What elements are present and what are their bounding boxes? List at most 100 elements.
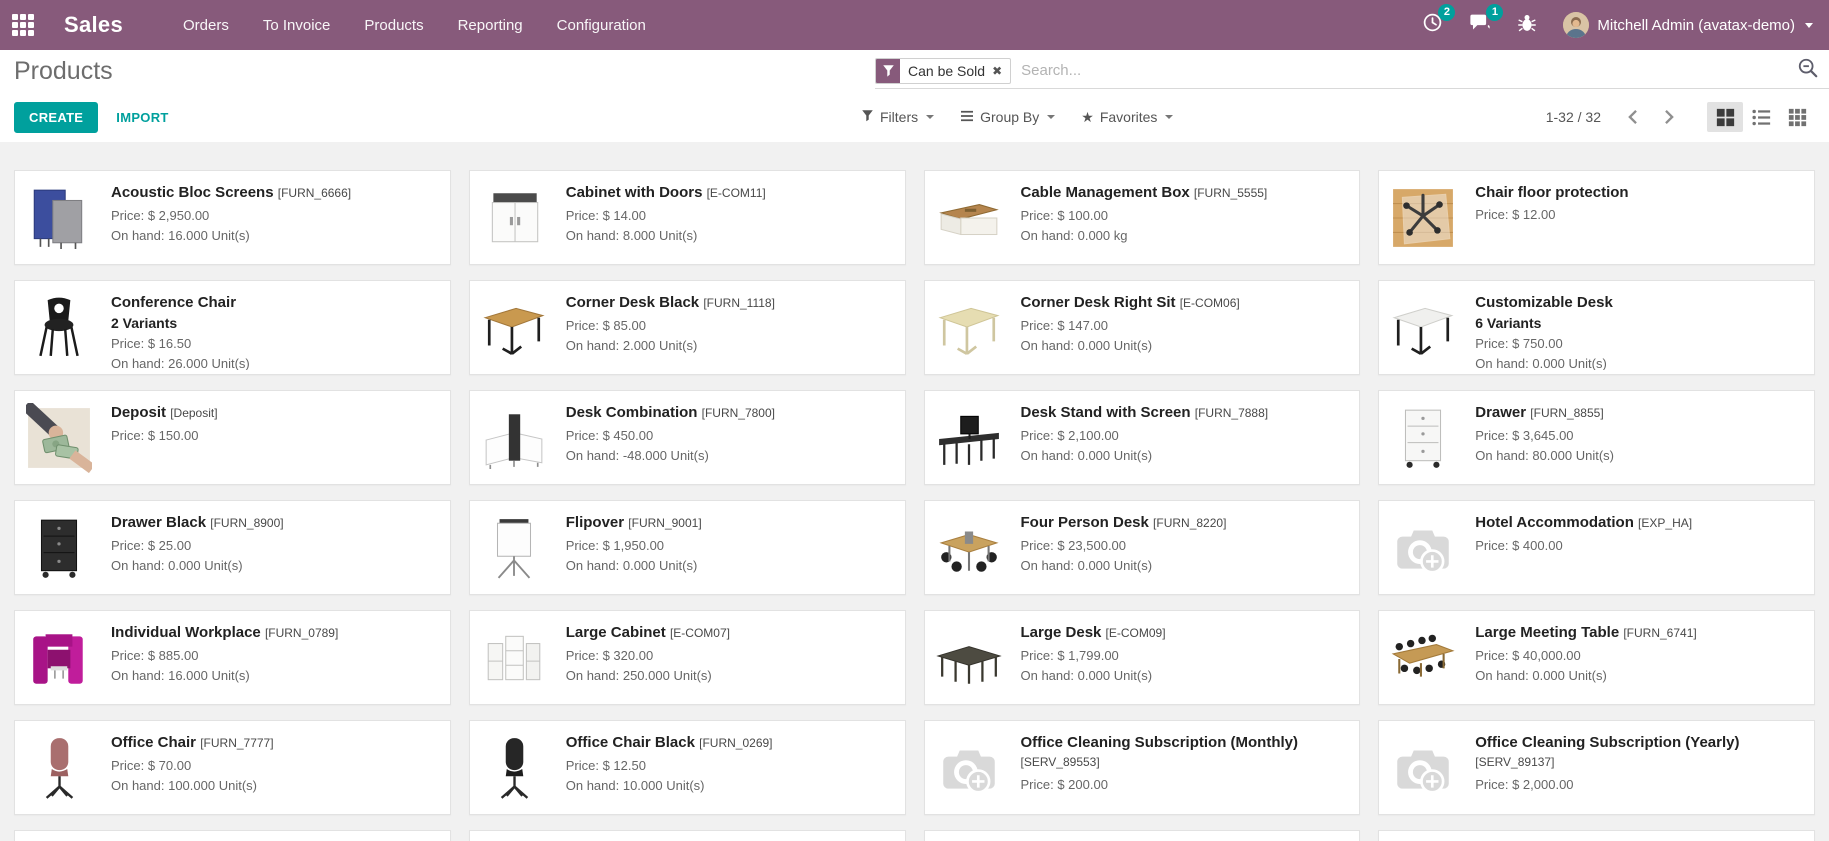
debug-button[interactable] [1517, 12, 1537, 38]
product-card[interactable]: Office Chair [FURN_7777] Price: $ 70.00 … [14, 720, 451, 815]
funnel-icon [861, 109, 874, 125]
kanban-view-button[interactable] [1707, 102, 1743, 132]
product-code: [FURN_6666] [278, 186, 351, 200]
product-card[interactable]: Conference Chair 2 Variants Price: $ 16.… [14, 280, 451, 375]
favorites-dropdown[interactable]: ★ Favorites [1081, 109, 1173, 126]
grid-view-button[interactable] [1779, 102, 1815, 132]
product-card[interactable]: Large Meeting Table [FURN_6741] Price: $… [1378, 610, 1815, 705]
product-card[interactable]: Corner Desk Right Sit [E-COM06] Price: $… [924, 280, 1361, 375]
product-name[interactable]: Hotel Accommodation [EXP_HA] [1475, 513, 1692, 533]
page-title: Products [14, 57, 113, 86]
product-image [1383, 725, 1463, 810]
product-name[interactable]: Desk Combination [FURN_7800] [566, 403, 775, 423]
user-menu[interactable]: Mitchell Admin (avatax-demo) [1563, 12, 1813, 38]
product-code: [FURN_0269] [699, 736, 772, 750]
control-panel-buttons: CREATE IMPORT Filters Group By ★ Favorit… [0, 92, 1829, 142]
product-image [1383, 285, 1463, 370]
product-name[interactable]: Individual Workplace [FURN_0789] [111, 623, 338, 643]
kanban-view: Acoustic Bloc Screens [FURN_6666] Price:… [0, 142, 1829, 841]
product-name[interactable]: Desk Stand with Screen [FURN_7888] [1021, 403, 1269, 423]
product-name[interactable]: Drawer [FURN_8855] [1475, 403, 1614, 423]
product-name[interactable]: Office Cleaning Subscription (Monthly) [… [1021, 733, 1348, 772]
product-name[interactable]: Chair floor protection [1475, 183, 1628, 202]
product-price: Price: $ 1,950.00 [566, 538, 702, 553]
product-card[interactable]: Desk Stand with Screen [FURN_7888] Price… [924, 390, 1361, 485]
menu-configuration[interactable]: Configuration [557, 11, 646, 40]
product-on-hand: On hand: 0.000 Unit(s) [1021, 668, 1166, 683]
product-image [474, 505, 554, 590]
product-card[interactable]: Four Person Desk [FURN_8220] Price: $ 23… [924, 500, 1361, 595]
product-name[interactable]: Office Chair Black [FURN_0269] [566, 733, 773, 753]
product-name[interactable]: Large Desk [E-COM09] [1021, 623, 1166, 643]
create-button[interactable]: CREATE [14, 102, 98, 133]
product-name[interactable]: Drawer Black [FURN_8900] [111, 513, 284, 533]
list-view-button[interactable] [1743, 102, 1779, 132]
product-on-hand: On hand: 2.000 Unit(s) [566, 338, 775, 353]
product-variants: 2 Variants [111, 315, 250, 331]
product-image [19, 395, 99, 480]
apps-grid-icon[interactable] [12, 14, 34, 36]
product-name[interactable]: Large Cabinet [E-COM07] [566, 623, 730, 643]
product-name[interactable]: Office Chair [FURN_7777] [111, 733, 274, 753]
product-card[interactable]: Chair floor protection Price: $ 12.00 [1378, 170, 1815, 265]
product-card[interactable]: Acoustic Bloc Screens [FURN_6666] Price:… [14, 170, 451, 265]
pager-next-button[interactable] [1656, 107, 1683, 127]
product-card-partial[interactable] [1378, 830, 1815, 841]
product-name[interactable]: Large Meeting Table [FURN_6741] [1475, 623, 1696, 643]
product-name[interactable]: Corner Desk Black [FURN_1118] [566, 293, 775, 313]
menu-products[interactable]: Products [364, 11, 423, 40]
search-magnifier-icon[interactable] [1797, 57, 1819, 84]
product-card[interactable]: Deposit [Deposit] Price: $ 150.00 [14, 390, 451, 485]
product-card[interactable]: Office Chair Black [FURN_0269] Price: $ … [469, 720, 906, 815]
product-card[interactable]: Cable Management Box [FURN_5555] Price: … [924, 170, 1361, 265]
product-name[interactable]: Cable Management Box [FURN_5555] [1021, 183, 1268, 203]
activities-button[interactable]: 2 [1422, 12, 1443, 38]
product-card[interactable]: Hotel Accommodation [EXP_HA] Price: $ 40… [1378, 500, 1815, 595]
product-name[interactable]: Acoustic Bloc Screens [FURN_6666] [111, 183, 351, 203]
product-card-partial[interactable] [924, 830, 1361, 841]
pager-previous-button[interactable] [1619, 107, 1646, 127]
product-name[interactable]: Corner Desk Right Sit [E-COM06] [1021, 293, 1240, 313]
product-on-hand: On hand: 0.000 Unit(s) [566, 558, 702, 573]
product-name[interactable]: Four Person Desk [FURN_8220] [1021, 513, 1227, 533]
product-card[interactable]: Large Desk [E-COM09] Price: $ 1,799.00 O… [924, 610, 1361, 705]
product-image [474, 615, 554, 700]
product-price: Price: $ 23,500.00 [1021, 538, 1227, 553]
product-on-hand: On hand: 80.000 Unit(s) [1475, 448, 1614, 463]
user-avatar [1563, 12, 1589, 38]
product-name[interactable]: Customizable Desk [1475, 293, 1613, 312]
product-card-partial[interactable] [14, 830, 451, 841]
product-card[interactable]: Desk Combination [FURN_7800] Price: $ 45… [469, 390, 906, 485]
product-card[interactable]: Individual Workplace [FURN_0789] Price: … [14, 610, 451, 705]
product-name[interactable]: Office Cleaning Subscription (Yearly) [S… [1475, 733, 1802, 772]
product-on-hand: On hand: 0.000 Unit(s) [111, 558, 284, 573]
product-name[interactable]: Conference Chair [111, 293, 250, 312]
product-card[interactable]: Customizable Desk 6 Variants Price: $ 75… [1378, 280, 1815, 375]
menu-orders[interactable]: Orders [183, 11, 229, 40]
product-card[interactable]: Drawer Black [FURN_8900] Price: $ 25.00 … [14, 500, 451, 595]
product-name[interactable]: Flipover [FURN_9001] [566, 513, 702, 533]
messages-button[interactable]: 1 [1469, 12, 1491, 38]
product-card[interactable]: Large Cabinet [E-COM07] Price: $ 320.00 … [469, 610, 906, 705]
product-card[interactable]: Office Cleaning Subscription (Yearly) [S… [1378, 720, 1815, 815]
product-card[interactable]: Office Cleaning Subscription (Monthly) [… [924, 720, 1361, 815]
filters-dropdown[interactable]: Filters [861, 109, 934, 125]
product-card[interactable]: Flipover [FURN_9001] Price: $ 1,950.00 O… [469, 500, 906, 595]
search-input[interactable] [1021, 62, 1789, 79]
product-image [1383, 615, 1463, 700]
product-card[interactable]: Cabinet with Doors [E-COM11] Price: $ 14… [469, 170, 906, 265]
app-brand[interactable]: Sales [64, 12, 123, 38]
import-button[interactable]: IMPORT [116, 110, 168, 125]
product-card-partial[interactable] [469, 830, 906, 841]
group-by-dropdown[interactable]: Group By [960, 109, 1055, 125]
menu-to-invoice[interactable]: To Invoice [263, 11, 331, 40]
product-name[interactable]: Deposit [Deposit] [111, 403, 218, 423]
facet-remove-icon[interactable]: ✖ [992, 65, 1002, 77]
product-name[interactable]: Cabinet with Doors [E-COM11] [566, 183, 766, 203]
product-card[interactable]: Corner Desk Black [FURN_1118] Price: $ 8… [469, 280, 906, 375]
product-code: [FURN_5555] [1194, 186, 1267, 200]
menu-reporting[interactable]: Reporting [458, 11, 523, 40]
product-card[interactable]: Drawer [FURN_8855] Price: $ 3,645.00 On … [1378, 390, 1815, 485]
product-price: Price: $ 12.00 [1475, 207, 1628, 222]
product-on-hand: On hand: 16.000 Unit(s) [111, 668, 338, 683]
